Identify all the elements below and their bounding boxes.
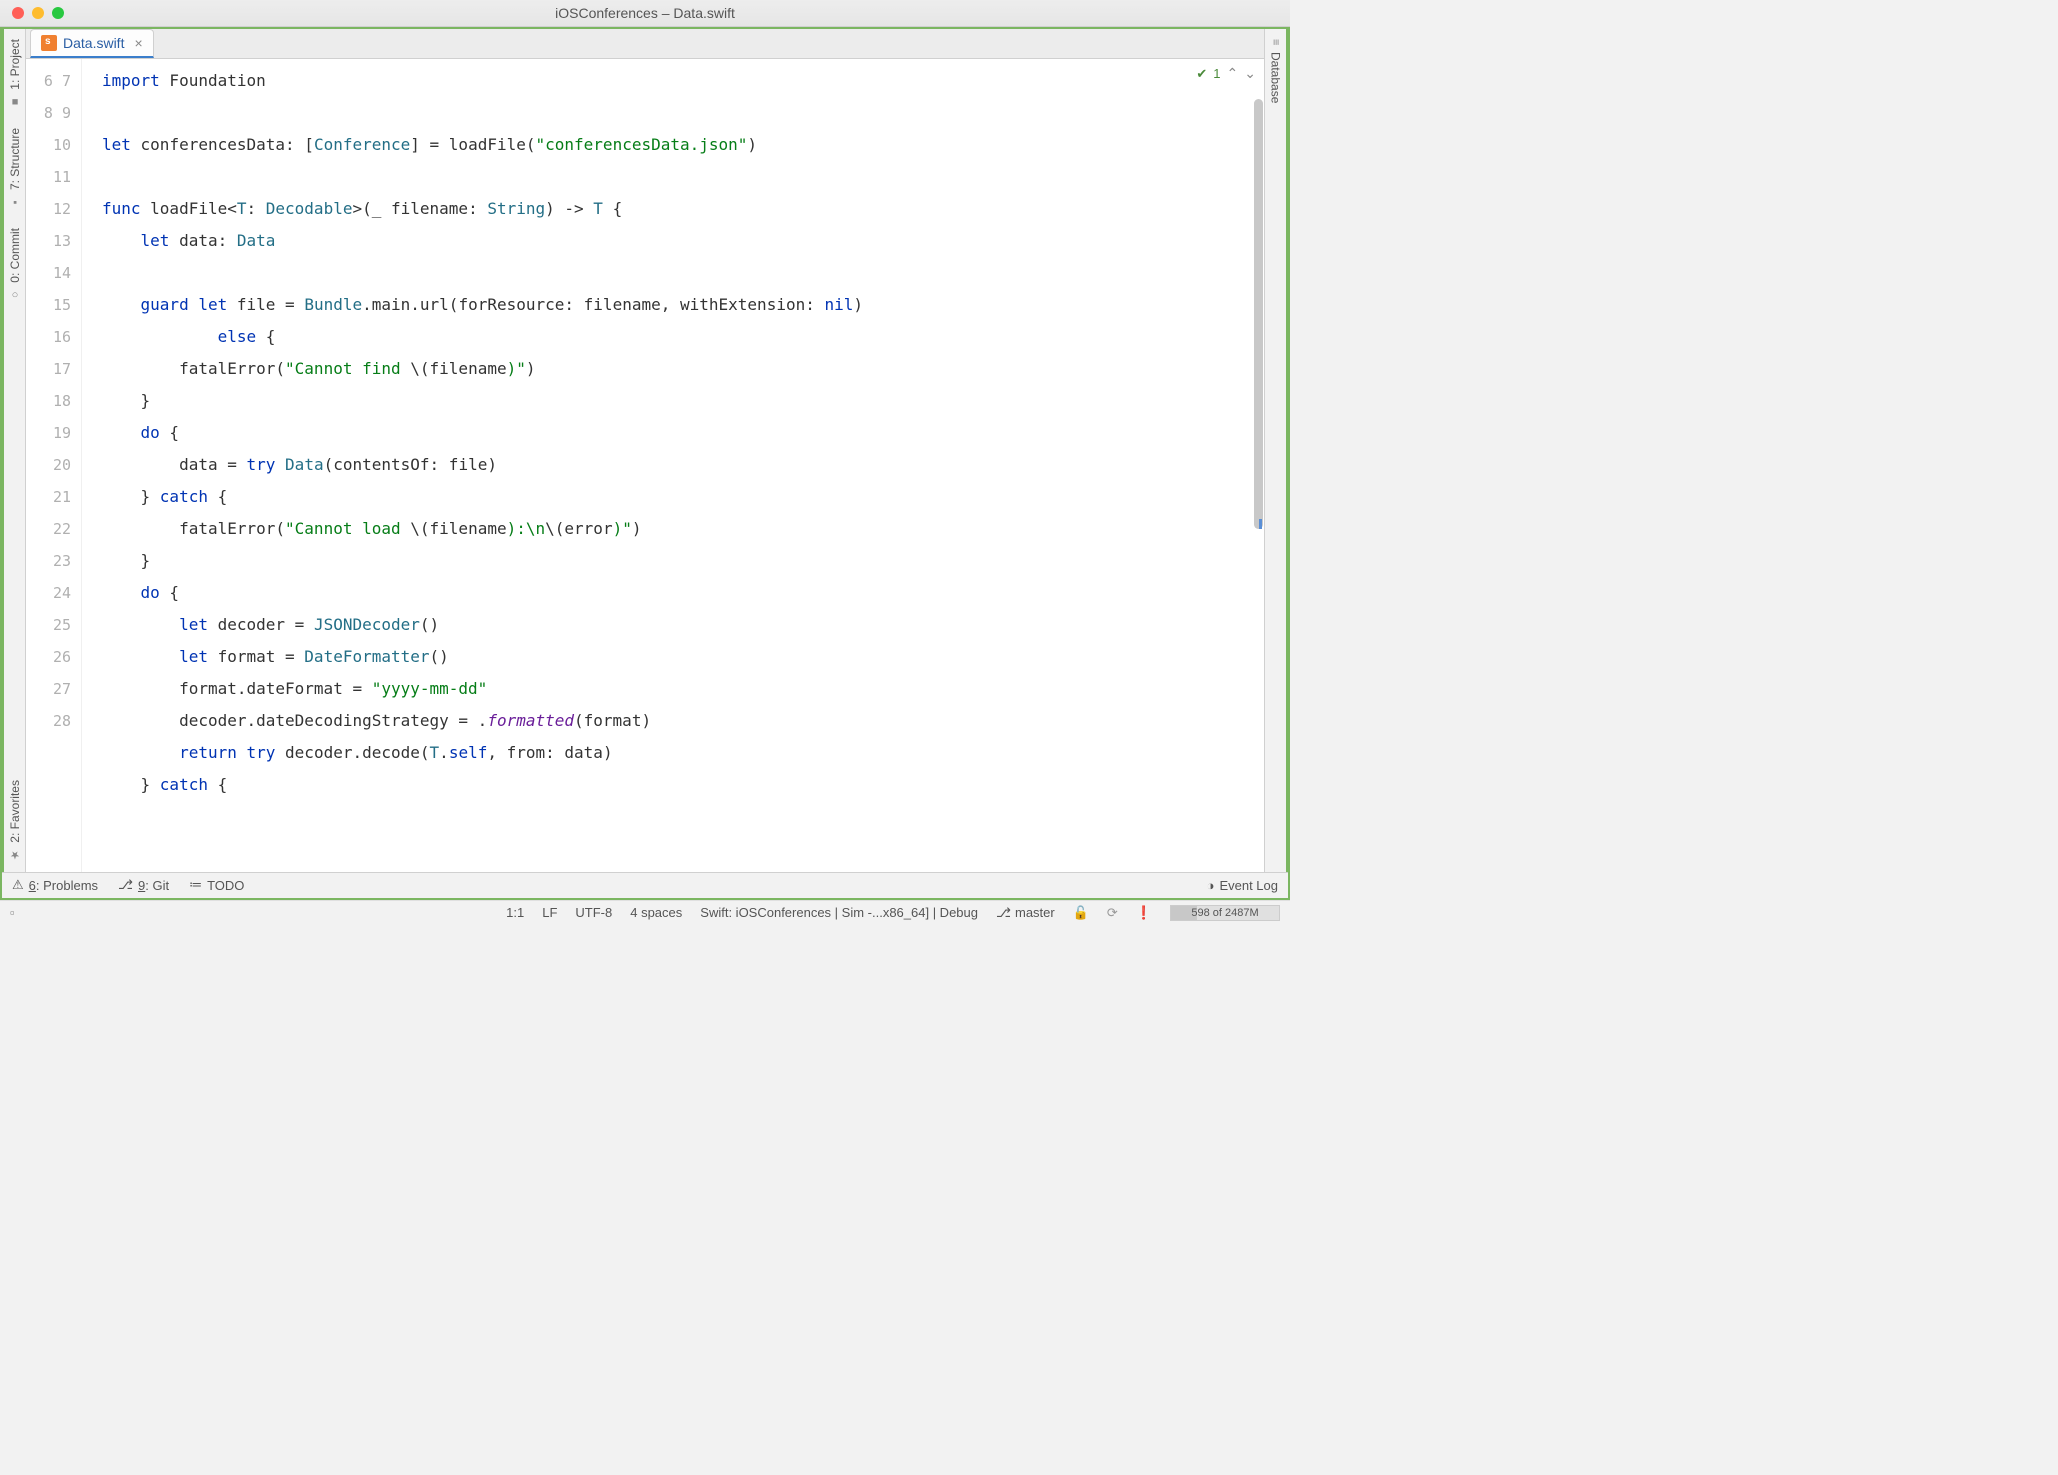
swift-file-icon bbox=[41, 35, 57, 51]
indent-setting[interactable]: 4 spaces bbox=[630, 905, 682, 920]
caret-position[interactable]: 1:1 bbox=[506, 905, 524, 920]
folder-icon: ■ bbox=[9, 96, 21, 108]
tool-event-log[interactable]: ◑Event Log bbox=[1207, 878, 1278, 893]
caret-marker bbox=[1259, 519, 1262, 529]
line-separator[interactable]: LF bbox=[542, 905, 557, 920]
branch-icon: ⎇ bbox=[996, 905, 1011, 921]
code-editor[interactable]: 6 7 8 9 10 11 12 13 14 15 16 17 18 19 20… bbox=[26, 59, 1264, 871]
tool-structure[interactable]: ▪7: Structure bbox=[8, 118, 22, 218]
close-window-button[interactable] bbox=[12, 7, 24, 19]
structure-icon: ▪ bbox=[9, 196, 21, 208]
tool-commit[interactable]: ○0: Commit bbox=[8, 218, 22, 311]
tool-project[interactable]: ■1: Project bbox=[8, 29, 22, 118]
minimize-window-button[interactable] bbox=[32, 7, 44, 19]
database-icon: ≡ bbox=[1270, 39, 1282, 45]
tab-data-swift[interactable]: Data.swift × bbox=[30, 29, 154, 58]
tool-problems[interactable]: ⚠6: Problems bbox=[12, 877, 98, 893]
inspection-widget[interactable]: ✔ 1 ⌃ ⌄ bbox=[1196, 65, 1256, 82]
memory-indicator[interactable]: 598 of 2487M bbox=[1170, 905, 1280, 921]
file-encoding[interactable]: UTF-8 bbox=[575, 905, 612, 920]
list-icon: ≔ bbox=[189, 877, 202, 893]
run-config[interactable]: Swift: iOSConferences | Sim -...x86_64] … bbox=[700, 905, 978, 920]
maximize-window-button[interactable] bbox=[52, 7, 64, 19]
status-bar: ▫ 1:1 LF UTF-8 4 spaces Swift: iOSConfer… bbox=[0, 900, 1290, 925]
right-tool-strip: ≡Database bbox=[1264, 29, 1286, 871]
git-branch[interactable]: ⎇master bbox=[996, 905, 1055, 921]
left-tool-strip: ■1: Project ▪7: Structure ○0: Commit ★2:… bbox=[4, 29, 26, 871]
bottom-tool-strip: ⚠6: Problems ⎇9: Git ≔TODO ◑Event Log bbox=[2, 872, 1288, 898]
tool-git[interactable]: ⎇9: Git bbox=[118, 877, 169, 893]
line-gutter: 6 7 8 9 10 11 12 13 14 15 16 17 18 19 20… bbox=[26, 59, 82, 871]
tool-database[interactable]: ≡Database bbox=[1269, 29, 1283, 113]
error-icon[interactable]: ❗ bbox=[1136, 905, 1152, 921]
editor-tabbar: Data.swift × bbox=[26, 29, 1264, 59]
check-icon: ✔ bbox=[1196, 66, 1207, 82]
lock-icon[interactable]: 🔓 bbox=[1073, 905, 1089, 921]
star-icon: ★ bbox=[8, 849, 21, 862]
tab-label: Data.swift bbox=[63, 35, 124, 51]
commit-icon: ○ bbox=[9, 289, 21, 301]
prev-highlight-button[interactable]: ⌃ bbox=[1227, 65, 1239, 82]
scrollbar-thumb[interactable] bbox=[1254, 99, 1263, 529]
window-title: iOSConferences – Data.swift bbox=[0, 5, 1290, 21]
git-icon: ⎇ bbox=[118, 877, 133, 893]
bubble-icon: ◑ bbox=[1207, 878, 1215, 893]
close-tab-button[interactable]: × bbox=[134, 35, 142, 51]
quick-list-icon[interactable]: ▫ bbox=[10, 905, 15, 920]
tool-favorites[interactable]: ★2: Favorites bbox=[8, 770, 22, 872]
window-titlebar: iOSConferences – Data.swift bbox=[0, 0, 1290, 27]
code-content[interactable]: import Foundation let conferencesData: [… bbox=[82, 59, 1264, 871]
warning-icon: ⚠ bbox=[12, 877, 24, 893]
sync-icon[interactable]: ⟳ bbox=[1107, 905, 1118, 921]
tool-todo[interactable]: ≔TODO bbox=[189, 877, 244, 893]
editor-scrollbar[interactable] bbox=[1252, 59, 1264, 871]
